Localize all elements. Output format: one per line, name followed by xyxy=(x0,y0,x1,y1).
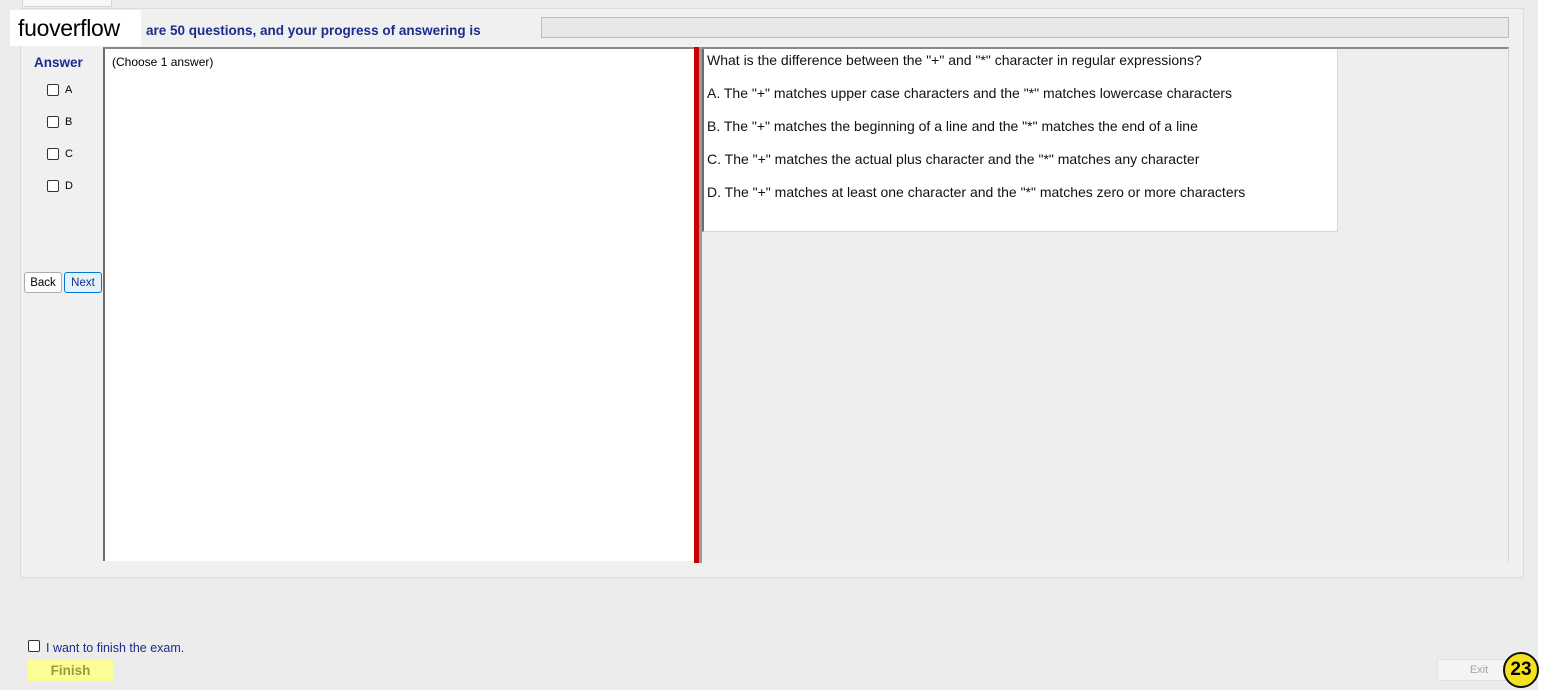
choose-instruction: (Choose 1 answer) xyxy=(112,55,214,69)
question-box: What is the difference between the "+" a… xyxy=(702,49,1338,232)
choice-c-text: C. The "+" matches the actual plus chara… xyxy=(707,151,1200,167)
finish-button[interactable]: Finish xyxy=(28,660,113,681)
top-tab xyxy=(22,0,112,7)
choice-a-text: A. The "+" matches upper case characters… xyxy=(707,85,1233,101)
question-number-badge: 23 xyxy=(1503,652,1539,688)
option-d[interactable]: D xyxy=(47,180,73,192)
option-c-label: C xyxy=(65,148,73,160)
answer-notes-pane: (Choose 1 answer) xyxy=(103,47,694,561)
option-b[interactable]: B xyxy=(47,116,72,128)
watermark-logo: fuoverflow xyxy=(10,10,141,46)
answer-heading: Answer xyxy=(34,55,83,70)
option-a-checkbox[interactable] xyxy=(47,84,59,96)
option-c[interactable]: C xyxy=(47,148,73,160)
option-a[interactable]: A xyxy=(47,84,72,96)
progress-bar xyxy=(541,17,1509,38)
finish-exam-label: I want to finish the exam. xyxy=(46,641,185,655)
window-edge xyxy=(1538,0,1542,690)
next-button[interactable]: Next xyxy=(64,272,102,293)
option-a-label: A xyxy=(65,84,73,96)
progress-text: are 50 questions, and your progress of a… xyxy=(146,23,481,38)
back-button[interactable]: Back xyxy=(24,272,62,293)
option-d-checkbox[interactable] xyxy=(47,180,59,192)
option-b-checkbox[interactable] xyxy=(47,116,59,128)
option-c-checkbox[interactable] xyxy=(47,148,59,160)
finish-exam-checkbox[interactable] xyxy=(28,640,40,652)
option-b-label: B xyxy=(65,116,73,128)
choice-d-text: D. The "+" matches at least one characte… xyxy=(707,184,1246,200)
option-d-label: D xyxy=(65,180,73,192)
question-text: What is the difference between the "+" a… xyxy=(707,52,1202,68)
choice-b-text: B. The "+" matches the beginning of a li… xyxy=(707,118,1198,134)
